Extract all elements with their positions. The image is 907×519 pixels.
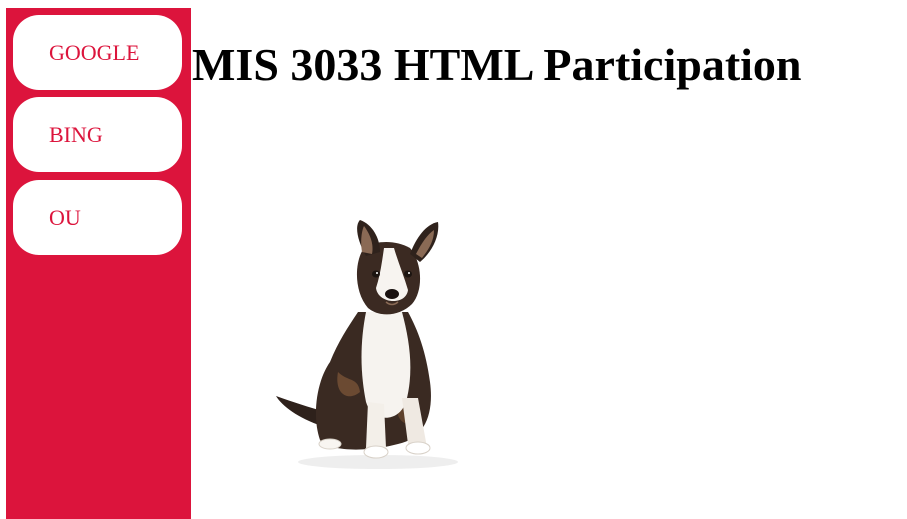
page-title: MIS 3033 HTML Participation [192, 39, 802, 90]
sidebar-nav: GOOGLE BING OU [6, 8, 191, 519]
nav-link-google[interactable]: GOOGLE [13, 15, 182, 90]
nav-link-ou[interactable]: OU [13, 180, 182, 255]
puppy-image [276, 220, 458, 469]
nav-link-bing[interactable]: BING [13, 97, 182, 172]
